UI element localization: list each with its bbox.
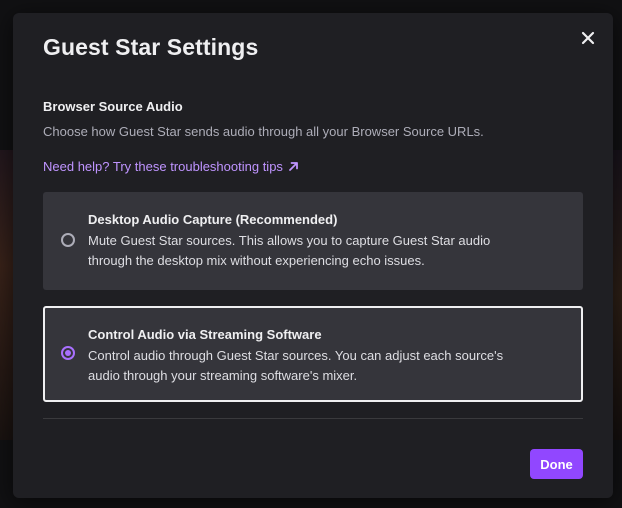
radio-desktop-audio-capture[interactable]	[61, 233, 75, 247]
footer-divider	[43, 418, 583, 419]
troubleshooting-link-label: Need help? Try these troubleshooting tip…	[43, 159, 283, 174]
option-description-line1: Mute Guest Star sources. This allows you…	[88, 233, 491, 248]
option-description-line2: audio through your streaming software's …	[88, 368, 358, 383]
option-description-line2: through the desktop mix without experien…	[88, 253, 425, 268]
background-stream-preview-right	[612, 150, 622, 440]
section-heading: Browser Source Audio	[43, 99, 183, 114]
option-desktop-audio-capture[interactable]: Desktop Audio Capture (Recommended) Mute…	[43, 192, 583, 290]
guest-star-settings-dialog: Guest Star Settings Browser Source Audio…	[13, 13, 613, 498]
troubleshooting-link[interactable]: Need help? Try these troubleshooting tip…	[43, 159, 299, 174]
option-description-line1: Control audio through Guest Star sources…	[88, 348, 504, 363]
arrow-up-right-icon	[289, 162, 298, 171]
dialog-title: Guest Star Settings	[43, 34, 259, 60]
close-icon	[581, 31, 595, 45]
radio-control-audio-streaming-software[interactable]	[61, 346, 75, 360]
section-description: Choose how Guest Star sends audio throug…	[43, 124, 484, 139]
option-title: Desktop Audio Capture (Recommended)	[88, 212, 338, 227]
option-title: Control Audio via Streaming Software	[88, 327, 322, 342]
close-button[interactable]	[577, 27, 599, 49]
option-control-audio-streaming-software[interactable]: Control Audio via Streaming Software Con…	[43, 306, 583, 402]
background-stream-preview-left	[0, 150, 14, 440]
done-button[interactable]: Done	[530, 449, 583, 479]
